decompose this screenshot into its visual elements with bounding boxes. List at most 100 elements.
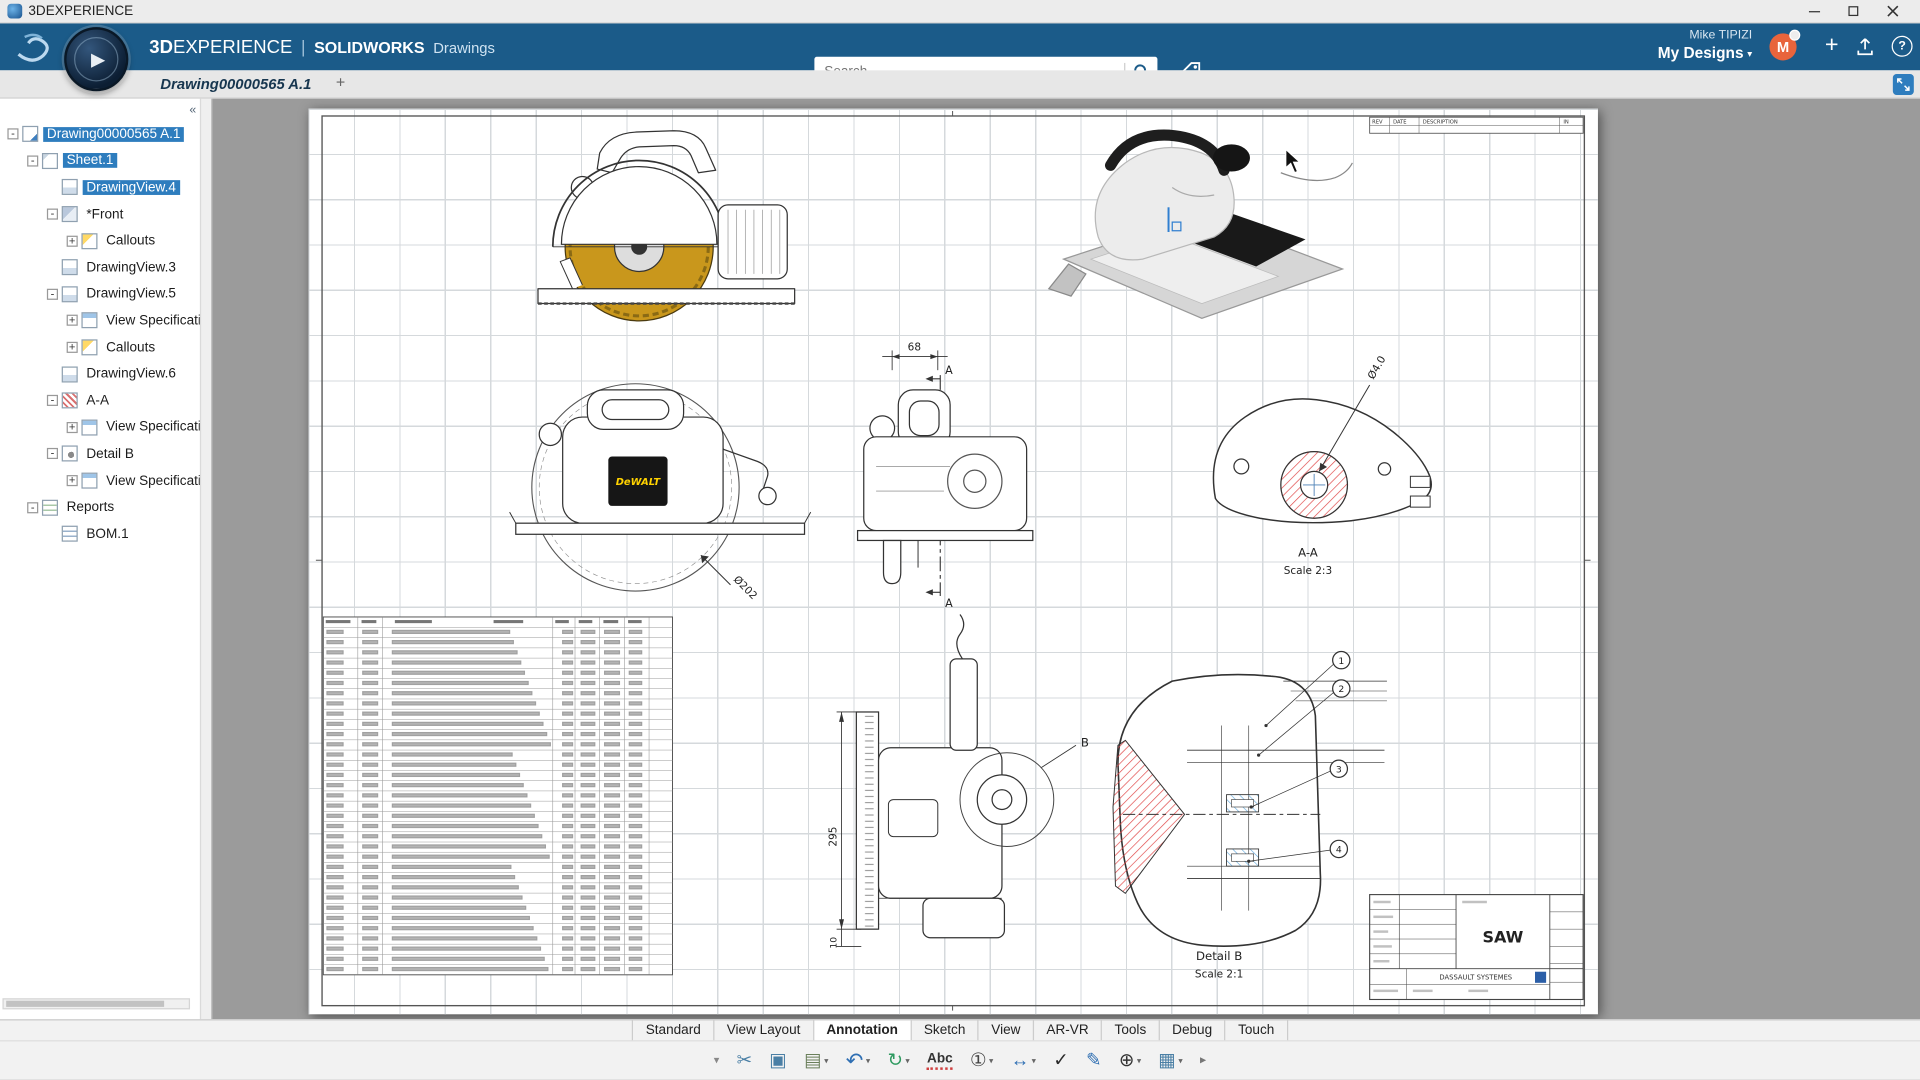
- view-detail-parent[interactable]: 295 10 B: [828, 614, 1089, 949]
- user-menu[interactable]: Mike TIPIZI My Designs ▾: [1658, 28, 1752, 63]
- help-button[interactable]: ?: [1891, 35, 1913, 57]
- ribbon-tab-annotation[interactable]: Annotation: [813, 1020, 912, 1041]
- tree-item-drawingview-6[interactable]: +DrawingView.6: [0, 361, 200, 388]
- view-section-aa[interactable]: Ø4.0 A-A Scale 2:3: [1212, 354, 1432, 577]
- tree-item-front[interactable]: - *Front: [0, 201, 200, 228]
- tree-item-drawingview-4[interactable]: +DrawingView.4: [0, 174, 200, 201]
- collapse-toggle[interactable]: -: [46, 288, 58, 300]
- approve-button[interactable]: ✓: [1047, 1049, 1075, 1072]
- balloon-button[interactable]: ① ▾: [964, 1049, 1000, 1072]
- dimension-button[interactable]: ↔ ▾: [1004, 1049, 1042, 1072]
- new-tab-button[interactable]: +: [331, 73, 351, 92]
- rebuild-dropdown-arrow[interactable]: ▾: [905, 1056, 909, 1066]
- balloon-dropdown-arrow[interactable]: ▾: [989, 1056, 993, 1066]
- view-iso-lineart[interactable]: [537, 130, 796, 322]
- origin-button[interactable]: ⊕ ▾: [1113, 1049, 1148, 1072]
- expand-toggle[interactable]: +: [66, 315, 78, 327]
- maximize-button[interactable]: [1834, 0, 1873, 22]
- dimension-dropdown-arrow[interactable]: ▾: [1032, 1056, 1036, 1066]
- expand-toggle[interactable]: +: [66, 341, 78, 353]
- collapse-toggle[interactable]: -: [46, 448, 58, 460]
- spellcheck-button[interactable]: Abc: [921, 1049, 959, 1071]
- paste-button[interactable]: ▤ ▾: [798, 1049, 835, 1072]
- tree-item-drawingview-5[interactable]: - DrawingView.5: [0, 281, 200, 308]
- section-title[interactable]: A-A: [1298, 546, 1318, 560]
- dim-blade-diameter[interactable]: Ø202: [731, 574, 759, 602]
- dim-base[interactable]: 10: [829, 937, 840, 949]
- section-marker-top[interactable]: A: [945, 364, 953, 377]
- more-button[interactable]: ▸: [1194, 1052, 1213, 1069]
- table-button[interactable]: ▦ ▾: [1152, 1049, 1189, 1072]
- ribbon-tab-debug[interactable]: Debug: [1160, 1020, 1226, 1041]
- ribbon-tab-tools[interactable]: Tools: [1102, 1020, 1160, 1041]
- view-detail-b[interactable]: 1 2 3 4 Detail B Scale 2:1: [1112, 650, 1387, 981]
- detail-title[interactable]: Detail B: [1196, 949, 1242, 963]
- rebuild-button[interactable]: ↻ ▾: [881, 1049, 916, 1072]
- ribbon-tab-sketch[interactable]: Sketch: [912, 1020, 979, 1041]
- tree-item-a-a[interactable]: - A-A: [0, 387, 200, 414]
- ribbon-tab-view[interactable]: View: [979, 1020, 1035, 1041]
- cut-button[interactable]: ✂: [730, 1049, 758, 1072]
- panel-collapse-button[interactable]: «: [189, 104, 196, 118]
- tree-item-callouts[interactable]: + Callouts: [0, 228, 200, 255]
- tree-horizontal-scrollbar[interactable]: [2, 998, 191, 1010]
- collapse-toggle[interactable]: -: [46, 208, 58, 220]
- section-marker-bottom[interactable]: A: [945, 597, 953, 610]
- view-side[interactable]: 68 A A: [856, 341, 1034, 610]
- share-button[interactable]: [1855, 36, 1876, 63]
- tree-item-sheet-1[interactable]: - Sheet.1: [0, 148, 200, 175]
- scrollbar-thumb[interactable]: [6, 1000, 165, 1007]
- copy-button[interactable]: ▣: [763, 1049, 793, 1072]
- ribbon-tab-standard[interactable]: Standard: [632, 1020, 715, 1041]
- view-front[interactable]: DeWALT Ø202: [509, 383, 812, 602]
- drawing-sheet[interactable]: REV DATE DESCRIPTION IN DeWALT Ø202 68 A…: [308, 108, 1598, 1015]
- tree-item-drawing00000565-a-1[interactable]: - Drawing00000565 A.1: [0, 121, 200, 148]
- view-iso-shaded[interactable]: [1047, 129, 1353, 320]
- tree-item-view-specification[interactable]: + View Specification: [0, 467, 200, 494]
- drawing-canvas[interactable]: REV DATE DESCRIPTION IN DeWALT Ø202 68 A…: [212, 98, 1920, 1020]
- collapse-toggle[interactable]: -: [7, 128, 19, 140]
- tree-item-callouts[interactable]: + Callouts: [0, 334, 200, 361]
- tree-item-bom-1[interactable]: +BOM.1: [0, 521, 200, 548]
- add-content-button[interactable]: +: [1825, 32, 1839, 59]
- bom-table[interactable]: [322, 616, 673, 976]
- annotate-pen-button[interactable]: ✎: [1080, 1049, 1108, 1072]
- detail-scale[interactable]: Scale 2:1: [1195, 968, 1243, 980]
- origin-dropdown-arrow[interactable]: ▾: [1137, 1056, 1141, 1066]
- expand-toggle[interactable]: +: [66, 474, 78, 487]
- fullscreen-toggle[interactable]: [1892, 74, 1914, 96]
- balloon-3[interactable]: 3: [1336, 764, 1342, 775]
- balloon-1[interactable]: 1: [1338, 656, 1344, 667]
- collapse-toggle[interactable]: -: [46, 395, 58, 407]
- undo-button[interactable]: ↶ ▾: [840, 1048, 877, 1074]
- ribbon-tab-touch[interactable]: Touch: [1226, 1020, 1288, 1041]
- paste-dropdown-arrow[interactable]: ▾: [824, 1056, 828, 1066]
- tree-item-view-specification[interactable]: + View Specification: [0, 414, 200, 441]
- expand-toggle[interactable]: +: [66, 421, 78, 433]
- undo-dropdown-arrow[interactable]: ▾: [866, 1056, 870, 1066]
- panel-splitter[interactable]: [199, 98, 213, 1020]
- dim-width[interactable]: 68: [908, 341, 921, 353]
- workspace-selector[interactable]: My Designs ▾: [1658, 44, 1752, 63]
- dim-hole-diameter[interactable]: Ø4.0: [1366, 354, 1389, 382]
- avatar[interactable]: M: [1769, 29, 1801, 61]
- tree-item-reports[interactable]: - Reports: [0, 494, 200, 521]
- collapse-toggle[interactable]: -: [27, 501, 39, 513]
- document-tab[interactable]: Drawing00000565 A.1: [151, 70, 322, 97]
- tree-item-detail-b[interactable]: - Detail B: [0, 441, 200, 468]
- balloon-4[interactable]: 4: [1336, 845, 1342, 856]
- balloon-2[interactable]: 2: [1338, 684, 1344, 695]
- tree-item-view-specification[interactable]: + View Specification: [0, 307, 200, 334]
- ribbon-tab-ar-vr[interactable]: AR-VR: [1034, 1020, 1103, 1041]
- tree-item-drawingview-3[interactable]: +DrawingView.3: [0, 254, 200, 281]
- ribbon-tab-view-layout[interactable]: View Layout: [714, 1020, 814, 1041]
- detail-marker[interactable]: B: [1081, 736, 1089, 750]
- close-button[interactable]: [1873, 0, 1912, 22]
- table-dropdown-arrow[interactable]: ▾: [1178, 1056, 1182, 1066]
- collapse-toggle[interactable]: -: [27, 155, 39, 167]
- overflow-button[interactable]: ▾: [708, 1053, 726, 1069]
- section-scale[interactable]: Scale 2:3: [1284, 565, 1332, 577]
- compass-icon[interactable]: ▶: [64, 27, 129, 92]
- minimize-button[interactable]: [1794, 0, 1833, 22]
- dim-height[interactable]: 295: [828, 827, 840, 847]
